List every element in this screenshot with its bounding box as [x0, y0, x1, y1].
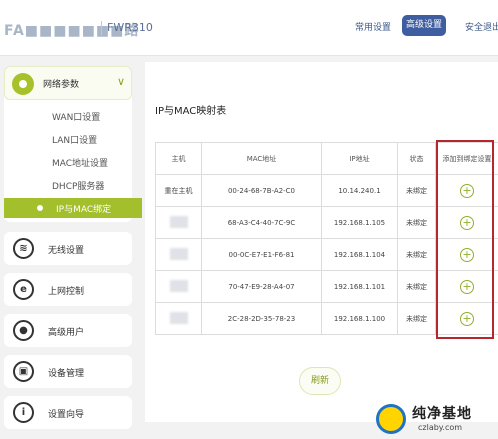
sidebar-item-advanced-user[interactable]: ● 高级用户 [4, 314, 132, 347]
device-icon: ▣ [13, 361, 34, 382]
sidebar-group-network: 网络参数 ∨ WAN口设置 LAN口设置 MAC地址设置 DHCP服务器 IP与… [4, 66, 142, 222]
nav-common-settings[interactable]: 常用设置 [355, 20, 391, 33]
mac-cell: 00-0C-E7-E1-F6-81 [201, 238, 322, 271]
ip-cell: 192.168.1.104 [321, 238, 398, 271]
status-cell: 未绑定 [397, 302, 436, 335]
sidebar-item-label: 高级用户 [48, 328, 85, 338]
column-header-mac: MAC地址 [201, 142, 322, 175]
redacted-host [169, 311, 188, 324]
sidebar-group-label: 网络参数 [43, 80, 80, 90]
sidebar-group-header[interactable]: 网络参数 ∨ [4, 66, 132, 100]
sidebar-item-setup-wizard[interactable]: i 设置向导 [4, 396, 132, 429]
sidebar-item-device-management[interactable]: ▣ 设备管理 [4, 355, 132, 388]
wifi-icon: ≋ [13, 238, 34, 259]
column-header-ip: IP地址 [321, 142, 398, 175]
sidebar: 网络参数 ∨ WAN口设置 LAN口设置 MAC地址设置 DHCP服务器 IP与… [0, 62, 142, 439]
refresh-button[interactable]: 刷新 [299, 367, 341, 395]
redacted-host [169, 279, 188, 292]
model-name: FWR310 [107, 21, 153, 34]
sidebar-item-dhcp[interactable]: DHCP服务器 [52, 179, 104, 192]
page-title: IP与MAC映射表 [155, 106, 227, 117]
sidebar-item-mac[interactable]: MAC地址设置 [52, 156, 108, 169]
ip-cell: 10.14.240.1 [321, 174, 398, 207]
mac-cell: 2C-28-2D-35-78-23 [201, 302, 322, 335]
info-icon: i [13, 402, 34, 423]
sidebar-item-label: 无线设置 [48, 246, 85, 256]
host-cell: 重在主机 [155, 174, 202, 207]
host-cell [155, 238, 202, 271]
active-dot-icon [37, 205, 43, 211]
sidebar-item-ip-mac-binding[interactable]: IP与MAC绑定 [4, 198, 142, 218]
ip-cell: 192.168.1.100 [321, 302, 398, 335]
host-cell [155, 270, 202, 303]
globe-icon [12, 73, 34, 95]
sidebar-item-wireless[interactable]: ≋ 无线设置 [4, 232, 132, 265]
ip-cell: 192.168.1.105 [321, 206, 398, 239]
nav-advanced-settings[interactable]: 高级设置 [402, 15, 446, 36]
status-cell: 未绑定 [397, 238, 436, 271]
status-cell: 未绑定 [397, 174, 436, 207]
top-bar: FA■■■■■■■路 FWR310 常用设置 高级设置 安全退出 [0, 0, 498, 56]
mac-cell: 68-A3-C4-40-7C-9C [201, 206, 322, 239]
watermark-url: czlaby.com [418, 423, 463, 432]
brand-divider [101, 21, 102, 35]
watermark-name: 纯净基地 [412, 406, 472, 422]
chevron-down-icon[interactable]: ∨ [117, 75, 125, 88]
user-icon: ● [13, 320, 34, 341]
sidebar-item-label: 设备管理 [48, 369, 85, 379]
ip-cell: 192.168.1.101 [321, 270, 398, 303]
sidebar-item-lan[interactable]: LAN口设置 [52, 133, 97, 146]
watermark: 纯净基地 czlaby.com [376, 402, 496, 438]
internet-icon: e [13, 279, 34, 300]
sidebar-item-label: IP与MAC绑定 [56, 205, 112, 215]
column-header-status: 状态 [397, 142, 436, 175]
redacted-host [169, 215, 188, 228]
sidebar-item-label: 上网控制 [48, 287, 85, 297]
column-header-host: 主机 [155, 142, 202, 175]
sidebar-item-internet-control[interactable]: e 上网控制 [4, 273, 132, 306]
host-cell [155, 302, 202, 335]
nav-logout[interactable]: 安全退出 [465, 20, 498, 33]
host-cell [155, 206, 202, 239]
mac-cell: 70-47-E9-28-A4-07 [201, 270, 322, 303]
redacted-host [169, 247, 188, 260]
status-cell: 未绑定 [397, 270, 436, 303]
watermark-logo-icon [376, 404, 406, 434]
sidebar-item-wan[interactable]: WAN口设置 [52, 110, 100, 123]
highlight-box [436, 140, 494, 339]
sidebar-item-label: 设置向导 [48, 410, 85, 420]
mac-cell: 00-24-68-7B-A2-C0 [201, 174, 322, 207]
status-cell: 未绑定 [397, 206, 436, 239]
